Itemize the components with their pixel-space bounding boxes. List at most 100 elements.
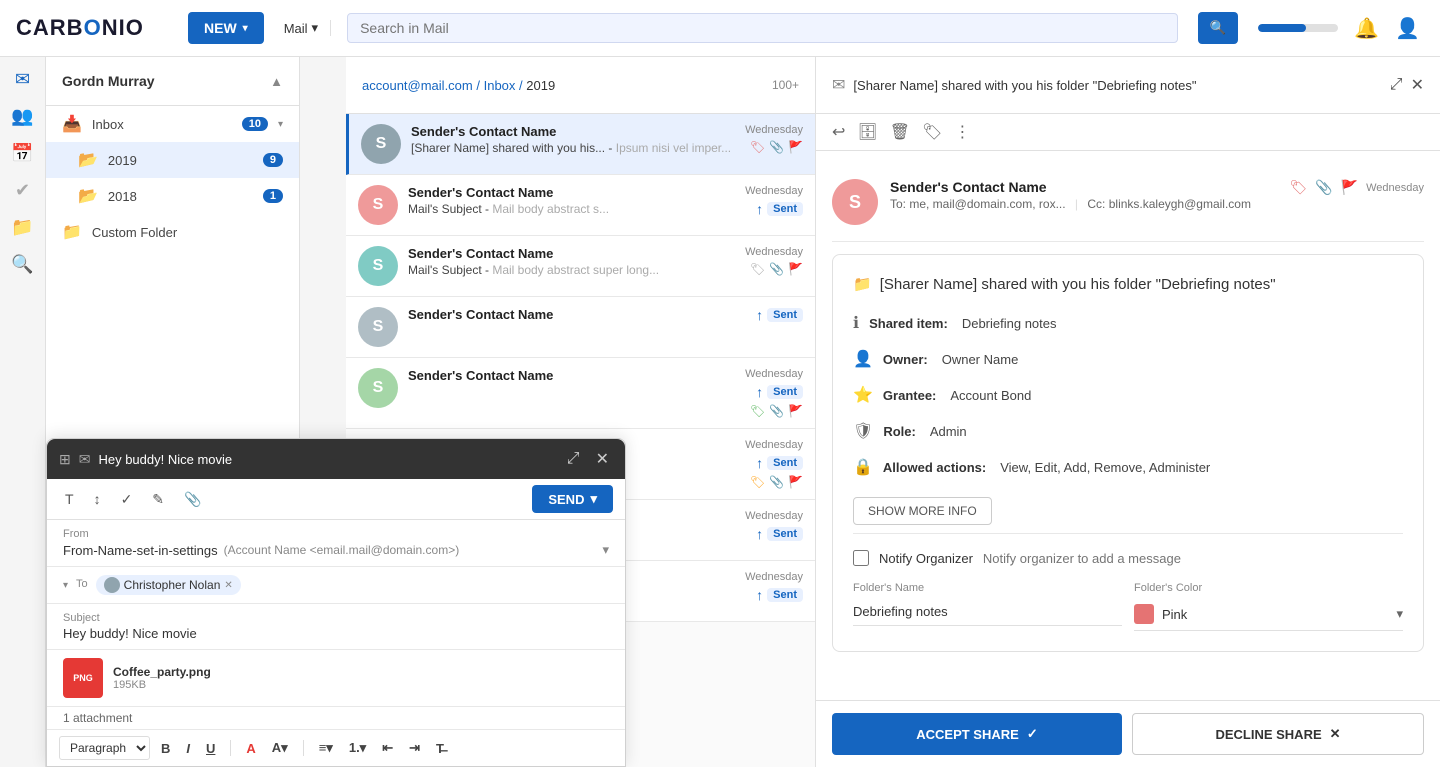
avatar: S [358, 307, 398, 347]
message-sender-info: Sender's Contact Name To: me, mail@domai… [890, 179, 1277, 211]
color-selector[interactable]: Pink ▾ [1134, 598, 1403, 631]
sidebar-nav-tasks-icon[interactable]: ✔ [15, 180, 30, 201]
email-item[interactable]: S Sender's Contact Name Wednesday ↑ Sent… [346, 358, 815, 429]
decline-share-button[interactable]: DECLINE SHARE ✕ [1132, 713, 1424, 755]
search-button[interactable]: 🔍 [1198, 12, 1239, 44]
send-chevron-icon: ▾ [590, 491, 597, 507]
tag-icon: 🏷 [750, 262, 765, 276]
notify-checkbox[interactable] [853, 550, 869, 566]
storage-progress [1258, 24, 1338, 32]
tag-action-icon[interactable]: 🏷 [922, 122, 942, 142]
send-button[interactable]: SEND ▾ [532, 485, 613, 513]
sidebar-username: Gordn Murray [62, 73, 155, 89]
folder-name-label: Folder's Name [853, 582, 1122, 594]
underline-button[interactable]: U [201, 738, 220, 759]
email-date: Wednesday [745, 124, 803, 136]
new-button[interactable]: NEW ▾ [188, 12, 264, 44]
font-color-button[interactable]: A [241, 738, 260, 759]
attachment-toolbar-icon[interactable]: 📎 [178, 487, 207, 512]
sidebar-collapse-icon[interactable]: ▲ [270, 74, 283, 89]
checklist-icon[interactable]: ✓ [115, 487, 139, 512]
sent-badge: Sent [767, 385, 803, 399]
sidebar-item-2019[interactable]: 📂 2019 9 [46, 142, 299, 178]
email-from: Sender's Contact Name [408, 307, 746, 322]
new-chevron-icon: ▾ [243, 23, 248, 34]
unordered-list-button[interactable]: ≡▾ [314, 737, 338, 759]
notification-bell-icon[interactable]: 🔔 [1354, 16, 1379, 41]
accept-share-button[interactable]: ACCEPT SHARE ✓ [832, 713, 1122, 755]
paragraph-style-select[interactable]: Paragraph [59, 736, 150, 760]
sidebar-item-custom-folder[interactable]: 📁 Custom Folder [46, 214, 299, 250]
grantee-icon: ⭐ [853, 385, 873, 405]
search-input[interactable] [360, 20, 1165, 36]
sent-arrow-icon: ↑ [756, 307, 763, 323]
italic-button[interactable]: I [181, 738, 195, 759]
bold-button[interactable]: B [156, 738, 175, 759]
archive-icon[interactable]: 🗄 [857, 122, 877, 142]
folder-name-value: Debriefing notes [853, 598, 1122, 626]
sidebar-nav-mail-icon[interactable]: ✉ [15, 69, 30, 90]
email-item[interactable]: S Sender's Contact Name [Sharer Name] sh… [346, 114, 815, 175]
email-icons: ↑ Sent [756, 587, 803, 603]
email-date: Wednesday [745, 439, 803, 451]
detail-header: ✉ [Sharer Name] shared with you his fold… [816, 57, 1440, 114]
email-content: Sender's Contact Name [408, 368, 735, 385]
email-icons: ↑ Sent [756, 526, 803, 542]
more-options-icon[interactable]: ⋮ [954, 122, 970, 142]
compose-close-icon[interactable]: ✕ [592, 447, 613, 471]
email-content: Sender's Contact Name [408, 307, 746, 324]
from-expand-icon[interactable]: ▾ [602, 542, 609, 558]
folder-color-label: Folder's Color [1134, 582, 1403, 594]
email-list-header: account@mail.com / Inbox / 2019 100+ [346, 57, 815, 114]
inbox-expand-icon[interactable]: ▾ [278, 119, 283, 130]
custom-folder-icon: 📁 [62, 222, 82, 242]
recipient-avatar [104, 577, 120, 593]
sent-arrow-icon: ↑ [756, 384, 763, 400]
email-item[interactable]: S Sender's Contact Name Mail's Subject -… [346, 236, 815, 297]
close-icon[interactable]: ✕ [1411, 75, 1424, 95]
email-item[interactable]: S Sender's Contact Name Mail's Subject -… [346, 175, 815, 236]
flag-icon: 🚩 [788, 404, 803, 418]
email-icons: ↑ Sent [756, 455, 803, 471]
breadcrumb-inbox[interactable]: Inbox [484, 78, 516, 93]
logo-text: CARBONIO [16, 15, 144, 41]
outdent-button[interactable]: ⇤ [377, 737, 398, 759]
email-from: Sender's Contact Name [408, 246, 735, 261]
ordered-list-button[interactable]: 1.▾ [344, 737, 371, 759]
notify-input[interactable] [983, 551, 1403, 566]
delete-icon[interactable]: 🗑 [890, 122, 910, 142]
mail-selector[interactable]: Mail ▾ [272, 20, 331, 36]
color-chevron-icon[interactable]: ▾ [1396, 606, 1403, 622]
sidebar-nav-calendar-icon[interactable]: 📅 [11, 143, 33, 164]
notify-row: Notify Organizer [853, 533, 1403, 566]
remove-format-button[interactable]: T̶ [431, 738, 449, 759]
highlight-button[interactable]: A▾ [267, 737, 293, 759]
to-collapse-icon[interactable]: ▾ [63, 580, 68, 591]
reply-icon[interactable]: ↩ [832, 122, 845, 142]
breadcrumb: account@mail.com / Inbox / 2019 [362, 78, 772, 93]
user-profile-icon[interactable]: 👤 [1395, 16, 1420, 41]
share-card: 📁 [Sharer Name] shared with you his fold… [832, 254, 1424, 652]
compose-toolbar: T ↕ ✓ ✎ 📎 SEND ▾ [47, 479, 625, 520]
breadcrumb-account[interactable]: account@mail.com [362, 78, 473, 93]
expand-icon[interactable]: ⤢ [1390, 76, 1403, 94]
email-from: Sender's Contact Name [411, 124, 735, 139]
sidebar-item-2018[interactable]: 📂 2018 1 [46, 178, 299, 214]
text-size-icon[interactable]: ↕ [88, 487, 107, 511]
show-more-button[interactable]: SHOW MORE INFO [853, 497, 992, 525]
flag-icon: 🚩 [788, 262, 803, 276]
sidebar-nav-files-icon[interactable]: 📁 [11, 217, 33, 238]
compose-expand-icon[interactable]: ⤢ [563, 448, 584, 470]
sent-badge: Sent [767, 202, 803, 216]
chip-remove-icon[interactable]: ✕ [224, 580, 232, 591]
sidebar-item-inbox[interactable]: 📥 Inbox 10 ▾ [46, 106, 299, 142]
format-text-icon[interactable]: T [59, 487, 80, 511]
sidebar-nav-search-icon[interactable]: 🔍 [11, 254, 33, 275]
action-bar: ACCEPT SHARE ✓ DECLINE SHARE ✕ [816, 700, 1440, 767]
sidebar-nav-contacts-icon[interactable]: 👥 [11, 106, 33, 127]
email-item[interactable]: S Sender's Contact Name ↑ Sent [346, 297, 815, 358]
sent-badge: Sent [767, 308, 803, 322]
sent-badge: Sent [767, 527, 803, 541]
indent-button[interactable]: ⇥ [404, 737, 425, 759]
edit-icon[interactable]: ✎ [146, 487, 170, 512]
